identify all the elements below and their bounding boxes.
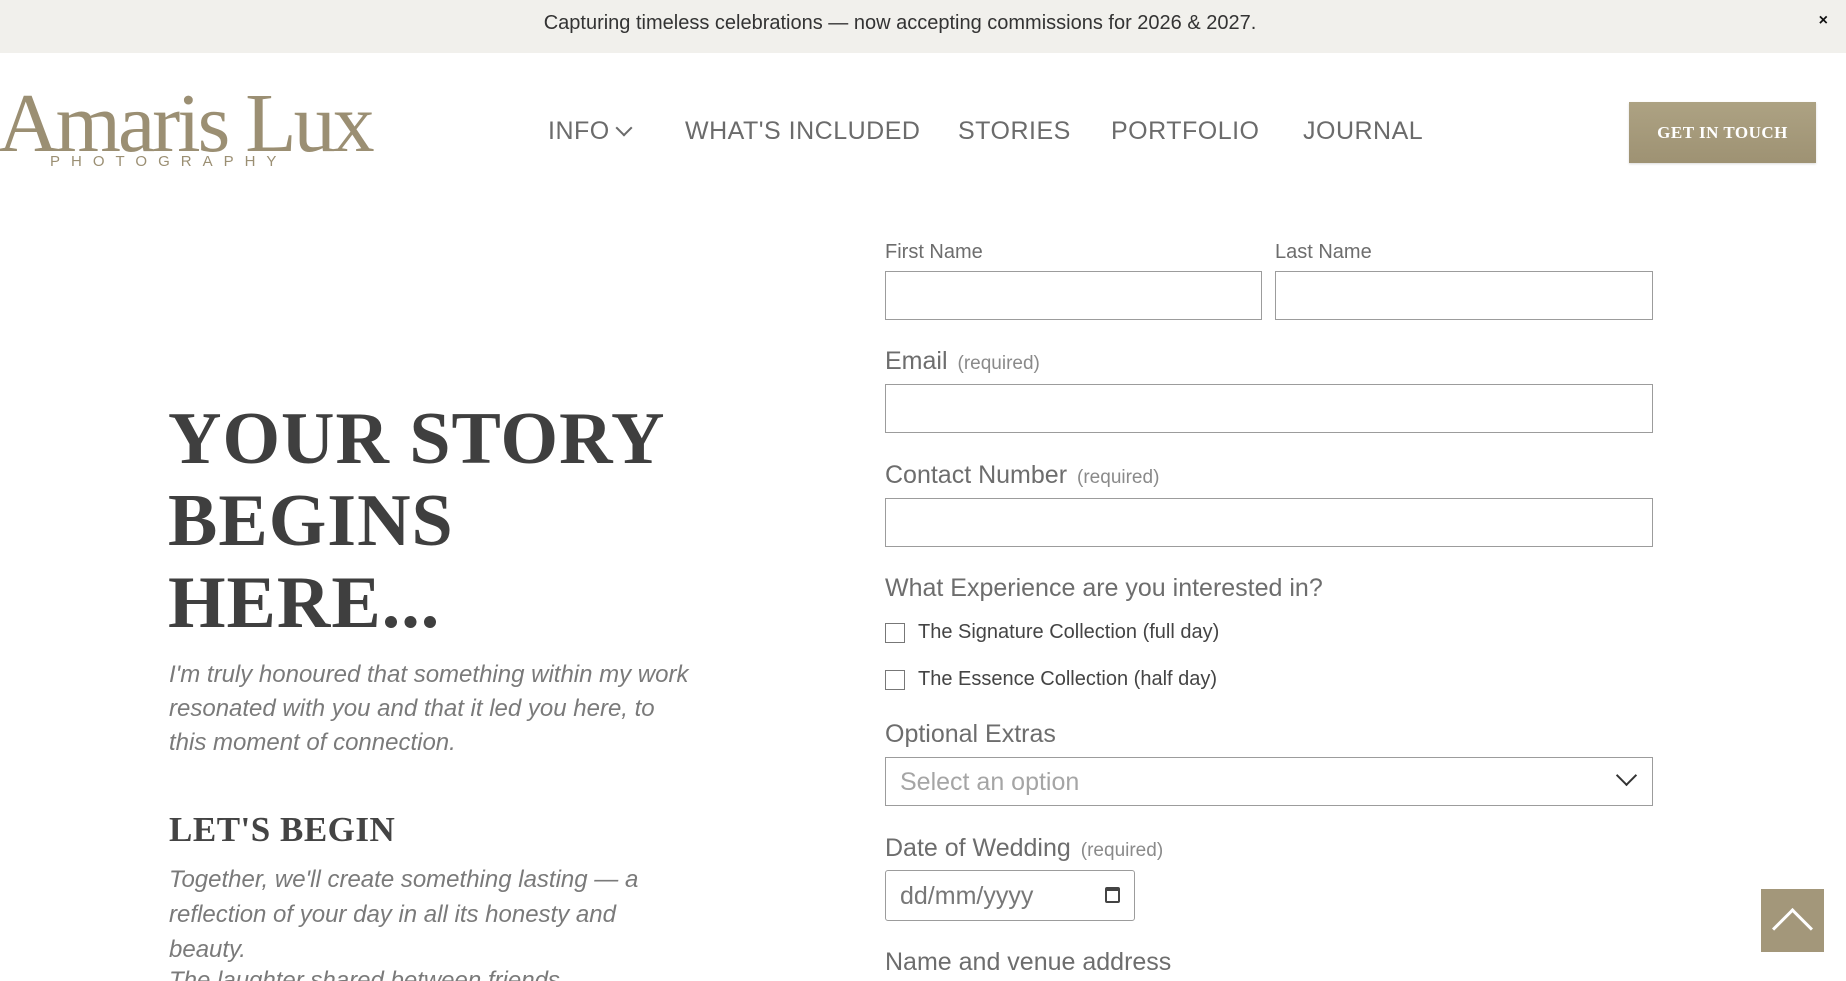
contact-number-label: Contact Number (required) [885, 461, 1159, 490]
last-name-input[interactable] [1276, 272, 1652, 319]
select-placeholder: Select an option [900, 768, 1080, 796]
wedding-date-label: Date of Wedding (required) [885, 834, 1163, 863]
email-label: Email (required) [885, 347, 1040, 376]
email-input[interactable] [886, 385, 1652, 432]
section-text: Together, we'll create something lasting… [169, 866, 639, 963]
get-in-touch-button[interactable]: GET IN TOUCH [1629, 102, 1816, 163]
first-name-input[interactable] [886, 272, 1261, 319]
close-icon[interactable]: × [1819, 12, 1828, 30]
brand-tagline: PHOTOGRAPHY [50, 153, 288, 170]
essence-collection-checkbox[interactable] [885, 669, 905, 690]
wedding-date-label-text: Date of Wedding [885, 834, 1071, 862]
nav-item-portfolio[interactable]: PORTFOLIO [1111, 117, 1260, 146]
email-label-text: Email [885, 347, 948, 375]
contact-number-label-text: Contact Number [885, 461, 1068, 489]
signature-collection-checkbox[interactable] [885, 622, 905, 643]
intro-text: I'm truly honoured that something within… [169, 661, 689, 756]
contact-number-field[interactable] [885, 498, 1653, 547]
brand-logo[interactable]: Amaris Lux PHOTOGRAPHY [0, 82, 375, 178]
calendar-icon[interactable] [1105, 887, 1120, 903]
nav-item-whats-included[interactable]: WHAT'S INCLUDED [685, 117, 920, 146]
checkbox-label: The Signature Collection (full day) [918, 621, 1220, 643]
date-placeholder: dd/mm/yyyy [900, 882, 1034, 910]
required-indicator: (required) [1080, 840, 1164, 861]
last-name-label: Last Name [1275, 241, 1372, 263]
page-title: YOUR STORY BEGINS HERE... [168, 398, 663, 644]
email-field[interactable] [885, 384, 1653, 433]
experience-option-signature[interactable]: The Signature Collection (full day) [885, 621, 1219, 644]
experience-option-essence[interactable]: The Essence Collection (half day) [885, 668, 1217, 691]
announcement-bar: Capturing timeless celebrations — now ac… [0, 0, 1846, 53]
nav-item-info[interactable]: INFO [548, 117, 633, 146]
nav-item-stories[interactable]: STORIES [958, 117, 1071, 146]
chevron-down-icon [1615, 764, 1638, 787]
chevron-down-icon [615, 119, 633, 137]
wedding-date-input[interactable]: dd/mm/yyyy [885, 870, 1135, 921]
nav-item-label: INFO [548, 117, 610, 145]
checkbox-label: The Essence Collection (half day) [918, 668, 1218, 690]
optional-extras-select[interactable]: Select an option [885, 757, 1653, 806]
first-name-field[interactable] [885, 271, 1262, 320]
section-text-continued: The laughter shared between friends [169, 967, 560, 981]
required-indicator: (required) [957, 353, 1040, 374]
last-name-field[interactable] [1275, 271, 1653, 320]
nav-item-journal[interactable]: JOURNAL [1303, 117, 1423, 146]
announcement-text: Capturing timeless celebrations — now ac… [543, 12, 1257, 34]
back-to-top-button[interactable] [1761, 889, 1824, 952]
section-heading: LET'S BEGIN [169, 810, 396, 849]
contact-number-input[interactable] [886, 499, 1652, 546]
experience-label: What Experience are you interested in? [885, 574, 1323, 602]
optional-extras-label: Optional Extras [885, 720, 1056, 748]
venue-label: Name and venue address [885, 948, 1172, 976]
required-indicator: (required) [1077, 467, 1160, 488]
first-name-label: First Name [885, 241, 983, 263]
chevron-up-icon [1771, 907, 1814, 950]
